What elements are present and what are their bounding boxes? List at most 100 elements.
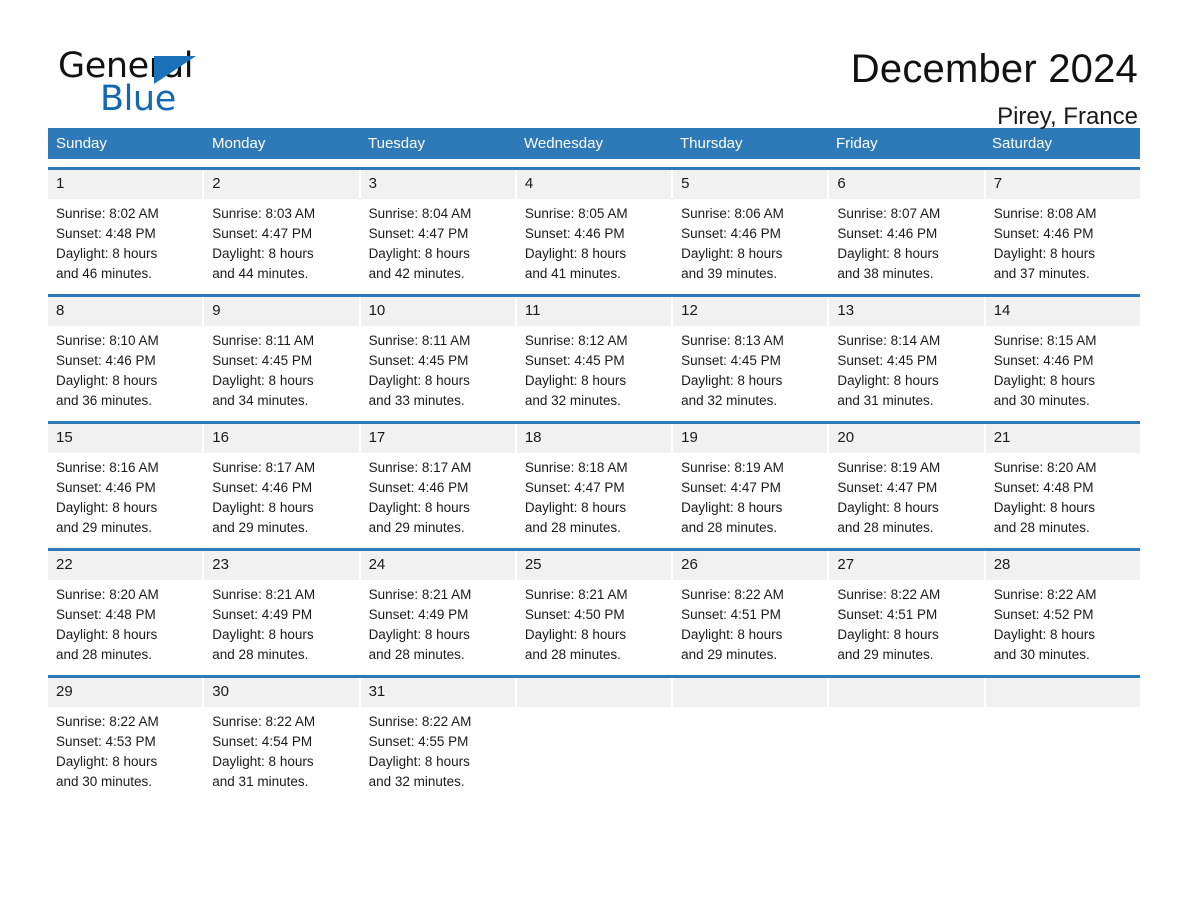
daylight-text-line2: and 44 minutes. [212,266,309,281]
day-cell[interactable]: 3 Sunrise: 8:04 AM Sunset: 4:47 PM Dayli… [360,170,517,286]
daylight-text-line2: and 30 minutes. [56,774,153,789]
day-cell[interactable]: 5 Sunrise: 8:06 AM Sunset: 4:46 PM Dayli… [673,170,830,286]
day-details: Sunrise: 8:05 AM Sunset: 4:46 PM Dayligh… [517,199,671,284]
day-details: Sunrise: 8:22 AM Sunset: 4:55 PM Dayligh… [361,707,515,792]
weekday-header-sunday: Sunday [56,135,107,152]
day-cell[interactable]: 27 Sunrise: 8:22 AM Sunset: 4:51 PM Dayl… [829,551,986,667]
day-cell[interactable]: 10 Sunrise: 8:11 AM Sunset: 4:45 PM Dayl… [360,297,517,413]
day-cell[interactable]: 15 Sunrise: 8:16 AM Sunset: 4:46 PM Dayl… [48,424,205,540]
day-number: 7 [985,170,1140,199]
day-cell[interactable]: 14 Sunrise: 8:15 AM Sunset: 4:46 PM Dayl… [985,297,1140,413]
day-cell[interactable]: 21 Sunrise: 8:20 AM Sunset: 4:48 PM Dayl… [985,424,1140,540]
sunset-text: Sunset: 4:52 PM [993,607,1094,622]
day-cell[interactable]: 31 Sunrise: 8:22 AM Sunset: 4:55 PM Dayl… [360,678,517,794]
day-cell[interactable]: 19 Sunrise: 8:19 AM Sunset: 4:47 PM Dayl… [673,424,830,540]
logo-text-blue: Blue [100,79,176,119]
day-number: 28 [985,551,1140,580]
daylight-text-line1: Daylight: 8 hours [212,500,314,515]
day-number: 14 [985,297,1140,326]
calendar-week-row: 29 Sunrise: 8:22 AM Sunset: 4:53 PM Dayl… [48,675,1140,794]
day-cell[interactable]: 13 Sunrise: 8:14 AM Sunset: 4:45 PM Dayl… [829,297,986,413]
day-number: 19 [673,424,828,453]
day-number: 17 [360,424,515,453]
daylight-text-line2: and 46 minutes. [56,266,153,281]
day-details: Sunrise: 8:20 AM Sunset: 4:48 PM Dayligh… [48,580,202,665]
day-number: 18 [516,424,672,453]
generalblue-logo[interactable]: General Blue [58,46,218,119]
day-details: Sunrise: 8:19 AM Sunset: 4:47 PM Dayligh… [673,453,827,538]
sunset-text: Sunset: 4:46 PM [524,226,625,241]
day-number [516,678,672,707]
day-details: Sunrise: 8:17 AM Sunset: 4:46 PM Dayligh… [361,453,515,538]
day-number [829,678,984,707]
daylight-text-line1: Daylight: 8 hours [993,627,1095,642]
sunrise-text: Sunrise: 8:12 AM [524,333,628,348]
calendar-week-row: 1 Sunrise: 8:02 AM Sunset: 4:48 PM Dayli… [48,167,1140,286]
day-number: 6 [829,170,984,199]
sunrise-text: Sunrise: 8:19 AM [837,460,941,475]
day-number: 24 [360,551,515,580]
day-cell[interactable]: 20 Sunrise: 8:19 AM Sunset: 4:47 PM Dayl… [829,424,986,540]
sunset-text: Sunset: 4:49 PM [212,607,313,622]
sunset-text: Sunset: 4:51 PM [837,607,938,622]
calendar-page: General Blue December 2024 Pirey, France… [0,0,1188,918]
day-number: 16 [204,424,359,453]
day-cell[interactable]: 22 Sunrise: 8:20 AM Sunset: 4:48 PM Dayl… [48,551,205,667]
daylight-text-line1: Daylight: 8 hours [837,627,939,642]
daylight-text-line2: and 28 minutes. [368,647,465,662]
daylight-text-line2: and 31 minutes. [837,393,934,408]
sunrise-text: Sunrise: 8:19 AM [681,460,784,475]
weekday-header-row: Sunday Monday Tuesday Wednesday Thursday… [48,128,1140,159]
day-cell[interactable]: 23 Sunrise: 8:21 AM Sunset: 4:49 PM Dayl… [204,551,361,667]
day-cell[interactable]: 16 Sunrise: 8:17 AM Sunset: 4:46 PM Dayl… [204,424,361,540]
day-cell[interactable]: 9 Sunrise: 8:11 AM Sunset: 4:45 PM Dayli… [204,297,361,413]
sunrise-text: Sunrise: 8:11 AM [368,333,471,348]
day-number: 2 [204,170,359,199]
weekday-header-friday: Friday [836,135,878,152]
sunset-text: Sunset: 4:55 PM [368,734,469,749]
day-details: Sunrise: 8:08 AM Sunset: 4:46 PM Dayligh… [986,199,1140,284]
day-details: Sunrise: 8:04 AM Sunset: 4:47 PM Dayligh… [361,199,515,284]
day-cell[interactable]: 28 Sunrise: 8:22 AM Sunset: 4:52 PM Dayl… [985,551,1140,667]
calendar-week-row: 15 Sunrise: 8:16 AM Sunset: 4:46 PM Dayl… [48,421,1140,540]
day-number: 31 [360,678,515,707]
sunrise-text: Sunrise: 8:10 AM [56,333,159,348]
day-cell[interactable]: 4 Sunrise: 8:05 AM Sunset: 4:46 PM Dayli… [516,170,674,286]
sunset-text: Sunset: 4:47 PM [524,480,625,495]
day-cell[interactable]: 29 Sunrise: 8:22 AM Sunset: 4:53 PM Dayl… [48,678,205,794]
daylight-text-line1: Daylight: 8 hours [681,627,783,642]
day-cell[interactable]: 12 Sunrise: 8:13 AM Sunset: 4:45 PM Dayl… [673,297,830,413]
day-cell[interactable]: 8 Sunrise: 8:10 AM Sunset: 4:46 PM Dayli… [48,297,205,413]
sunrise-text: Sunrise: 8:15 AM [993,333,1097,348]
day-number: 12 [673,297,828,326]
sunset-text: Sunset: 4:46 PM [368,480,469,495]
daylight-text-line2: and 34 minutes. [212,393,309,408]
sunset-text: Sunset: 4:46 PM [993,353,1094,368]
daylight-text-line2: and 29 minutes. [56,520,153,535]
day-cell[interactable]: 11 Sunrise: 8:12 AM Sunset: 4:45 PM Dayl… [516,297,674,413]
day-cell-empty [985,678,1140,794]
day-cell[interactable]: 6 Sunrise: 8:07 AM Sunset: 4:46 PM Dayli… [829,170,986,286]
daylight-text-line1: Daylight: 8 hours [368,246,470,261]
daylight-text-line2: and 28 minutes. [524,520,621,535]
daylight-text-line2: and 32 minutes. [681,393,778,408]
weekday-header-tuesday: Tuesday [368,135,425,152]
day-cell[interactable]: 30 Sunrise: 8:22 AM Sunset: 4:54 PM Dayl… [204,678,361,794]
day-cell[interactable]: 26 Sunrise: 8:22 AM Sunset: 4:51 PM Dayl… [673,551,830,667]
day-cell[interactable]: 25 Sunrise: 8:21 AM Sunset: 4:50 PM Dayl… [516,551,674,667]
day-number: 8 [48,297,203,326]
day-details: Sunrise: 8:14 AM Sunset: 4:45 PM Dayligh… [829,326,983,411]
sunrise-text: Sunrise: 8:05 AM [524,206,628,221]
sunrise-text: Sunrise: 8:14 AM [837,333,941,348]
daylight-text-line2: and 28 minutes. [524,647,621,662]
day-cell[interactable]: 24 Sunrise: 8:21 AM Sunset: 4:49 PM Dayl… [360,551,517,667]
day-number: 11 [516,297,672,326]
sunset-text: Sunset: 4:50 PM [524,607,625,622]
day-cell[interactable]: 7 Sunrise: 8:08 AM Sunset: 4:46 PM Dayli… [985,170,1140,286]
daylight-text-line1: Daylight: 8 hours [524,373,627,388]
day-cell[interactable]: 17 Sunrise: 8:17 AM Sunset: 4:46 PM Dayl… [360,424,517,540]
daylight-text-line1: Daylight: 8 hours [837,500,939,515]
day-cell[interactable]: 18 Sunrise: 8:18 AM Sunset: 4:47 PM Dayl… [516,424,674,540]
day-cell[interactable]: 1 Sunrise: 8:02 AM Sunset: 4:48 PM Dayli… [48,170,205,286]
day-cell[interactable]: 2 Sunrise: 8:03 AM Sunset: 4:47 PM Dayli… [204,170,361,286]
